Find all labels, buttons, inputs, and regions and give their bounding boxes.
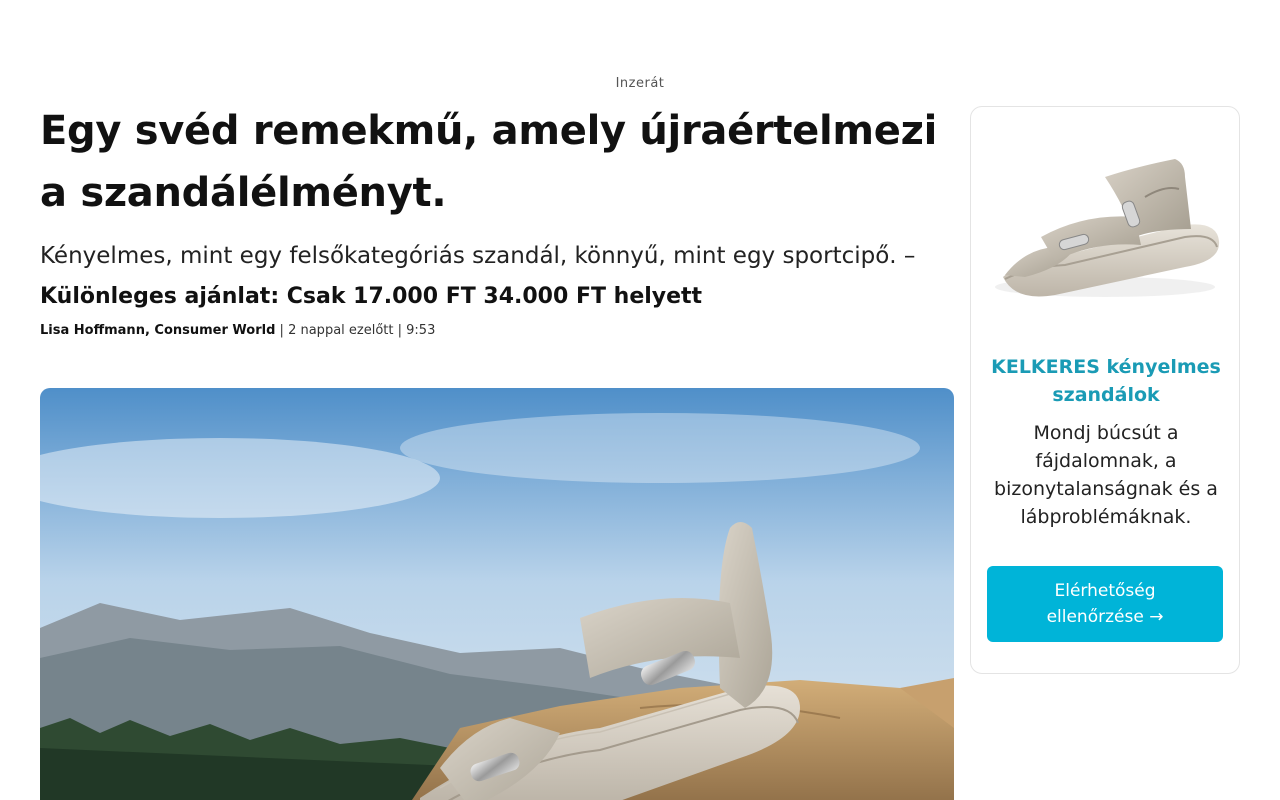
article-headline: Egy svéd remekmű, amely újraértelmezi a … [40, 108, 938, 216]
check-availability-button[interactable]: Elérhetőség ellenőrzése → [987, 566, 1223, 642]
article-subheadline: Kényelmes, mint egy felsőkategóriás szan… [40, 243, 916, 269]
article-header: Egy svéd remekmű, amely újraértelmezi a … [40, 100, 955, 340]
sponsored-label: Inzerát [615, 76, 665, 91]
sidebar-product-image [985, 137, 1225, 307]
publish-time: 9:53 [406, 323, 436, 338]
byline-separator: | [393, 323, 407, 338]
sidebar-product-card: KELKERES kényelmes szandálok Mondj búcsú… [970, 106, 1240, 674]
hero-product-image [40, 388, 954, 800]
sidebar-product-title: KELKERES kényelmes szandálok [991, 356, 1221, 406]
byline-separator: | [275, 323, 289, 338]
sidebar-product-description: Mondj búcsút a fájdalomnak, a bizonytala… [994, 422, 1218, 528]
author-name: Lisa Hoffmann, Consumer World [40, 323, 276, 338]
publish-time-ago: 2 nappal ezelőtt [288, 323, 394, 338]
special-offer-heading: Különleges ajánlat: Csak 17.000 FT 34.00… [40, 284, 703, 309]
byline: Lisa Hoffmann, Consumer World | 2 nappal… [40, 322, 955, 340]
